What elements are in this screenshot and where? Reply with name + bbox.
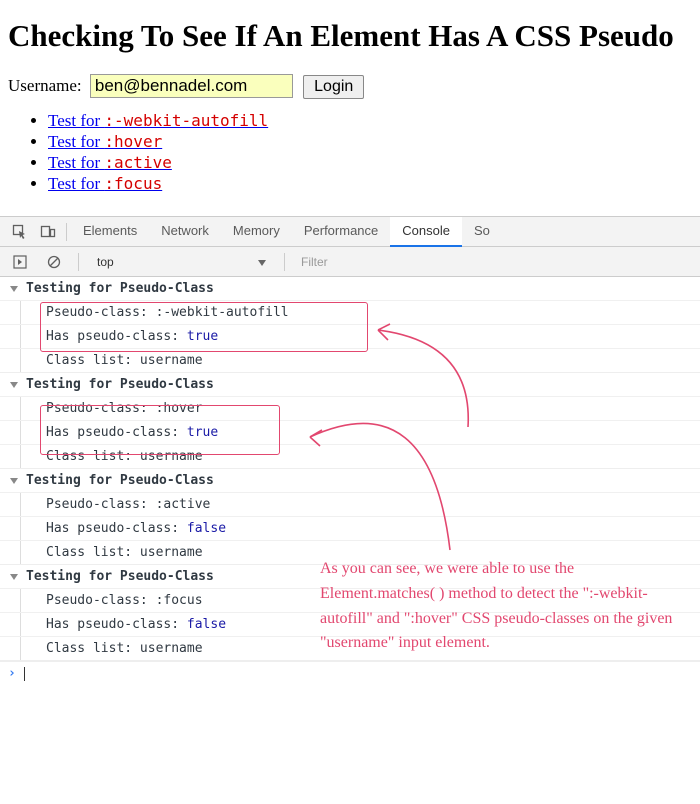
chevron-down-icon [258, 255, 266, 269]
row-value: :focus [156, 593, 203, 608]
test-link-prefix: Test for [48, 153, 104, 172]
row-label: Has pseudo-class: [46, 329, 179, 344]
console-toolbar: top [0, 247, 700, 277]
pseudo-keyword: :active [104, 153, 171, 172]
disclosure-triangle-icon [10, 574, 18, 580]
row-label: Pseudo-class: [46, 305, 148, 320]
disclosure-triangle-icon [10, 382, 18, 388]
disclosure-triangle-icon [10, 478, 18, 484]
list-item: Test for :-webkit-autofill [48, 111, 692, 131]
username-label: Username: [8, 76, 82, 95]
row-value: :-webkit-autofill [156, 305, 289, 320]
context-value: top [97, 255, 114, 269]
row-label: Class list: [46, 641, 132, 656]
row-label: Pseudo-class: [46, 497, 148, 512]
console-row: Has pseudo-class: true [0, 420, 700, 444]
console-prompt[interactable]: › [0, 661, 700, 685]
pseudo-keyword: :-webkit-autofill [104, 111, 268, 130]
row-label: Has pseudo-class: [46, 617, 179, 632]
device-toggle-icon[interactable] [34, 218, 62, 246]
row-value: username [140, 545, 203, 560]
test-link-prefix: Test for [48, 111, 104, 130]
console-group: Testing for Pseudo-Class Pseudo-class: :… [0, 277, 700, 373]
console-row: Class list: username [0, 444, 700, 468]
group-title: Testing for Pseudo-Class [26, 473, 214, 488]
row-label: Class list: [46, 545, 132, 560]
tab-sources[interactable]: So [462, 217, 502, 247]
group-title: Testing for Pseudo-Class [26, 569, 214, 584]
console-row: Pseudo-class: :hover [0, 396, 700, 420]
username-input[interactable] [90, 74, 293, 98]
devtools-panel: Elements Network Memory Performance Cons… [0, 216, 700, 689]
tab-elements[interactable]: Elements [71, 217, 149, 247]
test-list: Test for :-webkit-autofill Test for :hov… [8, 111, 692, 194]
pseudo-keyword: :hover [104, 132, 162, 151]
tab-memory[interactable]: Memory [221, 217, 292, 247]
tab-performance[interactable]: Performance [292, 217, 390, 247]
group-title: Testing for Pseudo-Class [26, 377, 214, 392]
test-link-focus[interactable]: Test for :focus [48, 174, 162, 193]
row-label: Class list: [46, 449, 132, 464]
row-label: Pseudo-class: [46, 593, 148, 608]
tab-network[interactable]: Network [149, 217, 221, 247]
test-link-prefix: Test for [48, 174, 104, 193]
login-button[interactable]: Login [303, 75, 364, 99]
tab-console[interactable]: Console [390, 217, 462, 247]
devtools-tabbar: Elements Network Memory Performance Cons… [0, 217, 700, 247]
row-value: :active [156, 497, 211, 512]
group-title: Testing for Pseudo-Class [26, 281, 214, 296]
pseudo-keyword: :focus [104, 174, 162, 193]
row-value: :hover [156, 401, 203, 416]
text-cursor [24, 667, 25, 681]
row-value: false [187, 617, 226, 632]
row-label: Has pseudo-class: [46, 521, 179, 536]
console-row: Pseudo-class: :-webkit-autofill [0, 300, 700, 324]
login-form: Username: Login [8, 74, 692, 99]
test-link-prefix: Test for [48, 132, 104, 151]
row-label: Pseudo-class: [46, 401, 148, 416]
console-row: Pseudo-class: :active [0, 492, 700, 516]
list-item: Test for :hover [48, 132, 692, 152]
row-value: true [187, 425, 218, 440]
row-label: Class list: [46, 353, 132, 368]
test-link-autofill[interactable]: Test for :-webkit-autofill [48, 111, 268, 130]
list-item: Test for :focus [48, 174, 692, 194]
console-group-header[interactable]: Testing for Pseudo-Class [0, 277, 700, 300]
inspect-icon[interactable] [6, 218, 34, 246]
divider [284, 253, 285, 271]
execute-icon[interactable] [6, 248, 34, 276]
console-group-header[interactable]: Testing for Pseudo-Class [0, 373, 700, 396]
prompt-caret-icon: › [8, 666, 16, 681]
page-title: Checking To See If An Element Has A CSS … [8, 18, 692, 54]
disclosure-triangle-icon [10, 286, 18, 292]
context-select[interactable]: top [89, 251, 274, 273]
row-value: username [140, 641, 203, 656]
console-group-header[interactable]: Testing for Pseudo-Class [0, 469, 700, 492]
test-link-hover[interactable]: Test for :hover [48, 132, 162, 151]
list-item: Test for :active [48, 153, 692, 173]
console-group: Testing for Pseudo-Class Pseudo-class: :… [0, 373, 700, 469]
row-value: true [187, 329, 218, 344]
console-output: Testing for Pseudo-Class Pseudo-class: :… [0, 277, 700, 689]
console-row: Has pseudo-class: false [0, 516, 700, 540]
test-link-active[interactable]: Test for :active [48, 153, 172, 172]
console-row: Class list: username [0, 348, 700, 372]
row-label: Has pseudo-class: [46, 425, 179, 440]
divider [78, 253, 79, 271]
row-value: username [140, 449, 203, 464]
console-row: Has pseudo-class: true [0, 324, 700, 348]
divider [66, 223, 67, 241]
filter-input[interactable] [295, 253, 515, 271]
console-group: Testing for Pseudo-Class Pseudo-class: :… [0, 469, 700, 565]
row-value: username [140, 353, 203, 368]
row-value: false [187, 521, 226, 536]
annotation-text: As you can see, we were able to use the … [320, 557, 680, 656]
clear-console-icon[interactable] [40, 248, 68, 276]
